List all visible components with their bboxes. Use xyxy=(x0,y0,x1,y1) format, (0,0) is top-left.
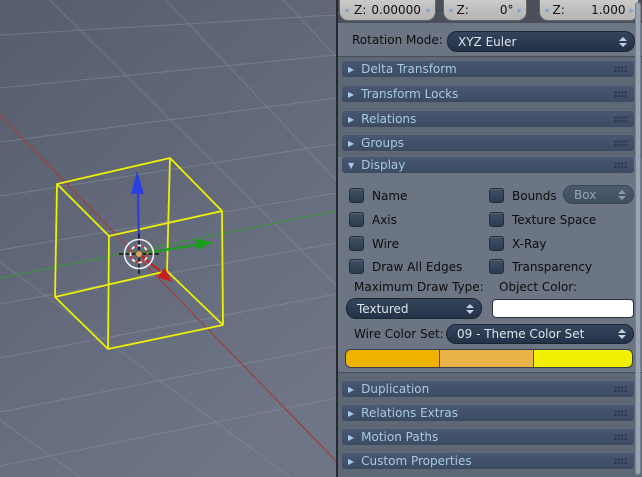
drag-grip-icon[interactable] xyxy=(614,434,628,441)
checkbox-label: Axis xyxy=(372,213,397,227)
drag-grip-icon[interactable] xyxy=(614,162,628,169)
drag-grip-icon[interactable] xyxy=(614,386,628,393)
collapse-arrow-icon: ▶ xyxy=(348,433,354,442)
collapse-arrow-icon: ▶ xyxy=(348,409,354,418)
rotation-mode-select[interactable]: XYZ Euler xyxy=(447,31,635,52)
drag-grip-icon[interactable] xyxy=(614,458,628,465)
wire-color-set-select[interactable]: 09 - Theme Color Set xyxy=(446,324,634,344)
rotation-z-field[interactable]: ◂ Z: 0° ▸ xyxy=(443,0,527,21)
increment-arrow-icon[interactable]: ▸ xyxy=(426,5,431,17)
panel-scrollbar[interactable] xyxy=(635,2,641,475)
checkbox-label: X-Ray xyxy=(512,237,546,251)
rotation-mode-value: XYZ Euler xyxy=(458,35,516,49)
name-checkbox[interactable] xyxy=(349,188,364,203)
axis-checkbox[interactable] xyxy=(349,212,364,227)
section-motion-paths[interactable]: ▶ Motion Paths xyxy=(342,429,634,445)
checkbox-label: Name xyxy=(372,189,407,203)
blender-window: ◂ Z: 0.00000 ▸ ◂ Z: 0° ▸ ◂ Z: 1.000 xyxy=(0,0,642,477)
section-transform-locks[interactable]: ▶ Transform Locks xyxy=(342,86,634,102)
section-label: Relations xyxy=(361,112,416,126)
section-label: Duplication xyxy=(361,382,429,396)
section-label: Transform Locks xyxy=(361,87,458,101)
transparency-checkbox[interactable] xyxy=(489,259,504,274)
section-custom-properties[interactable]: ▶ Custom Properties xyxy=(342,453,634,469)
section-label: Relations Extras xyxy=(361,406,458,420)
section-label: Display xyxy=(361,158,405,172)
draw-all-edges-checkbox[interactable] xyxy=(349,259,364,274)
collapse-arrow-icon: ▶ xyxy=(348,65,354,74)
drag-grip-icon[interactable] xyxy=(614,410,628,417)
object-color-swatch[interactable] xyxy=(492,299,634,318)
bounds-type-value: Box xyxy=(574,188,596,202)
checkbox-label: Draw All Edges xyxy=(372,260,462,274)
checkbox-label: Texture Space xyxy=(512,213,596,227)
section-relations[interactable]: ▶ Relations xyxy=(342,111,634,127)
transform-fields-strip: ◂ Z: 0.00000 ▸ ◂ Z: 0° ▸ ◂ Z: 1.000 xyxy=(338,0,642,23)
wire-checkbox[interactable] xyxy=(349,236,364,251)
x-ray-checkbox[interactable] xyxy=(489,236,504,251)
rotation-mode-label: Rotation Mode: xyxy=(352,33,443,47)
section-groups[interactable]: ▶ Groups xyxy=(342,135,634,151)
field-label: Z: xyxy=(457,3,469,17)
section-delta-transform[interactable]: ▶ Delta Transform xyxy=(342,61,634,77)
wire-color-swatch-row xyxy=(345,349,633,368)
section-label: Motion Paths xyxy=(361,430,438,444)
section-label: Groups xyxy=(361,136,404,150)
wire-color-set-label: Wire Color Set: xyxy=(354,327,444,341)
drag-grip-icon[interactable] xyxy=(614,66,628,73)
field-label: Z: xyxy=(354,3,366,17)
wire-color-swatch-3[interactable] xyxy=(533,350,632,367)
increment-arrow-icon[interactable]: ▸ xyxy=(517,5,522,17)
chevron-updown-icon xyxy=(618,329,626,339)
scale-z-field[interactable]: ◂ Z: 1.000 ▸ xyxy=(539,0,639,21)
drag-grip-icon[interactable] xyxy=(614,116,628,123)
maximum-draw-type-value: Textured xyxy=(357,302,409,316)
collapse-arrow-icon: ▶ xyxy=(348,457,354,466)
checkbox-label: Bounds xyxy=(512,189,557,203)
collapse-arrow-icon: ▶ xyxy=(348,115,354,124)
field-value: 0.00000 xyxy=(371,3,421,17)
expand-arrow-icon: ▼ xyxy=(348,161,354,170)
3d-viewport[interactable] xyxy=(0,0,336,477)
section-label: Delta Transform xyxy=(361,62,457,76)
section-relations-extras[interactable]: ▶ Relations Extras xyxy=(342,405,634,421)
drag-grip-icon[interactable] xyxy=(614,91,628,98)
chevron-updown-icon xyxy=(618,190,626,200)
bounds-type-select[interactable]: Box xyxy=(563,185,634,204)
section-label: Custom Properties xyxy=(361,454,471,468)
field-value: 0° xyxy=(500,3,514,17)
chevron-updown-icon xyxy=(619,37,627,47)
texture-space-checkbox[interactable] xyxy=(489,212,504,227)
increment-arrow-icon[interactable]: ▸ xyxy=(629,5,634,17)
collapse-arrow-icon: ▶ xyxy=(348,139,354,148)
maximum-draw-type-label: Maximum Draw Type: xyxy=(354,280,484,294)
chevron-updown-icon xyxy=(466,304,474,314)
display-panel: ▼ Display Name Axis Wire Draw All Edges xyxy=(338,157,642,373)
checkbox-label: Transparency xyxy=(512,260,592,274)
field-value: 1.000 xyxy=(591,3,625,17)
object-origin-dot xyxy=(136,251,143,258)
section-display[interactable]: ▼ Display xyxy=(342,157,634,173)
wire-color-swatch-1[interactable] xyxy=(346,350,439,367)
checkbox-label: Wire xyxy=(372,237,399,251)
bounds-checkbox[interactable] xyxy=(489,188,504,203)
section-duplication[interactable]: ▶ Duplication xyxy=(342,381,634,397)
object-properties-panel: ◂ Z: 0.00000 ▸ ◂ Z: 0° ▸ ◂ Z: 1.000 xyxy=(336,0,642,477)
wire-color-set-value: 09 - Theme Color Set xyxy=(457,327,584,341)
location-z-field[interactable]: ◂ Z: 0.00000 ▸ xyxy=(339,0,436,21)
wire-color-swatch-2[interactable] xyxy=(439,350,533,367)
maximum-draw-type-select[interactable]: Textured xyxy=(346,298,482,319)
drag-grip-icon[interactable] xyxy=(614,140,628,147)
collapse-arrow-icon: ▶ xyxy=(348,385,354,394)
object-color-label: Object Color: xyxy=(499,280,577,294)
collapse-arrow-icon: ▶ xyxy=(348,90,354,99)
field-label: Z: xyxy=(553,3,565,17)
